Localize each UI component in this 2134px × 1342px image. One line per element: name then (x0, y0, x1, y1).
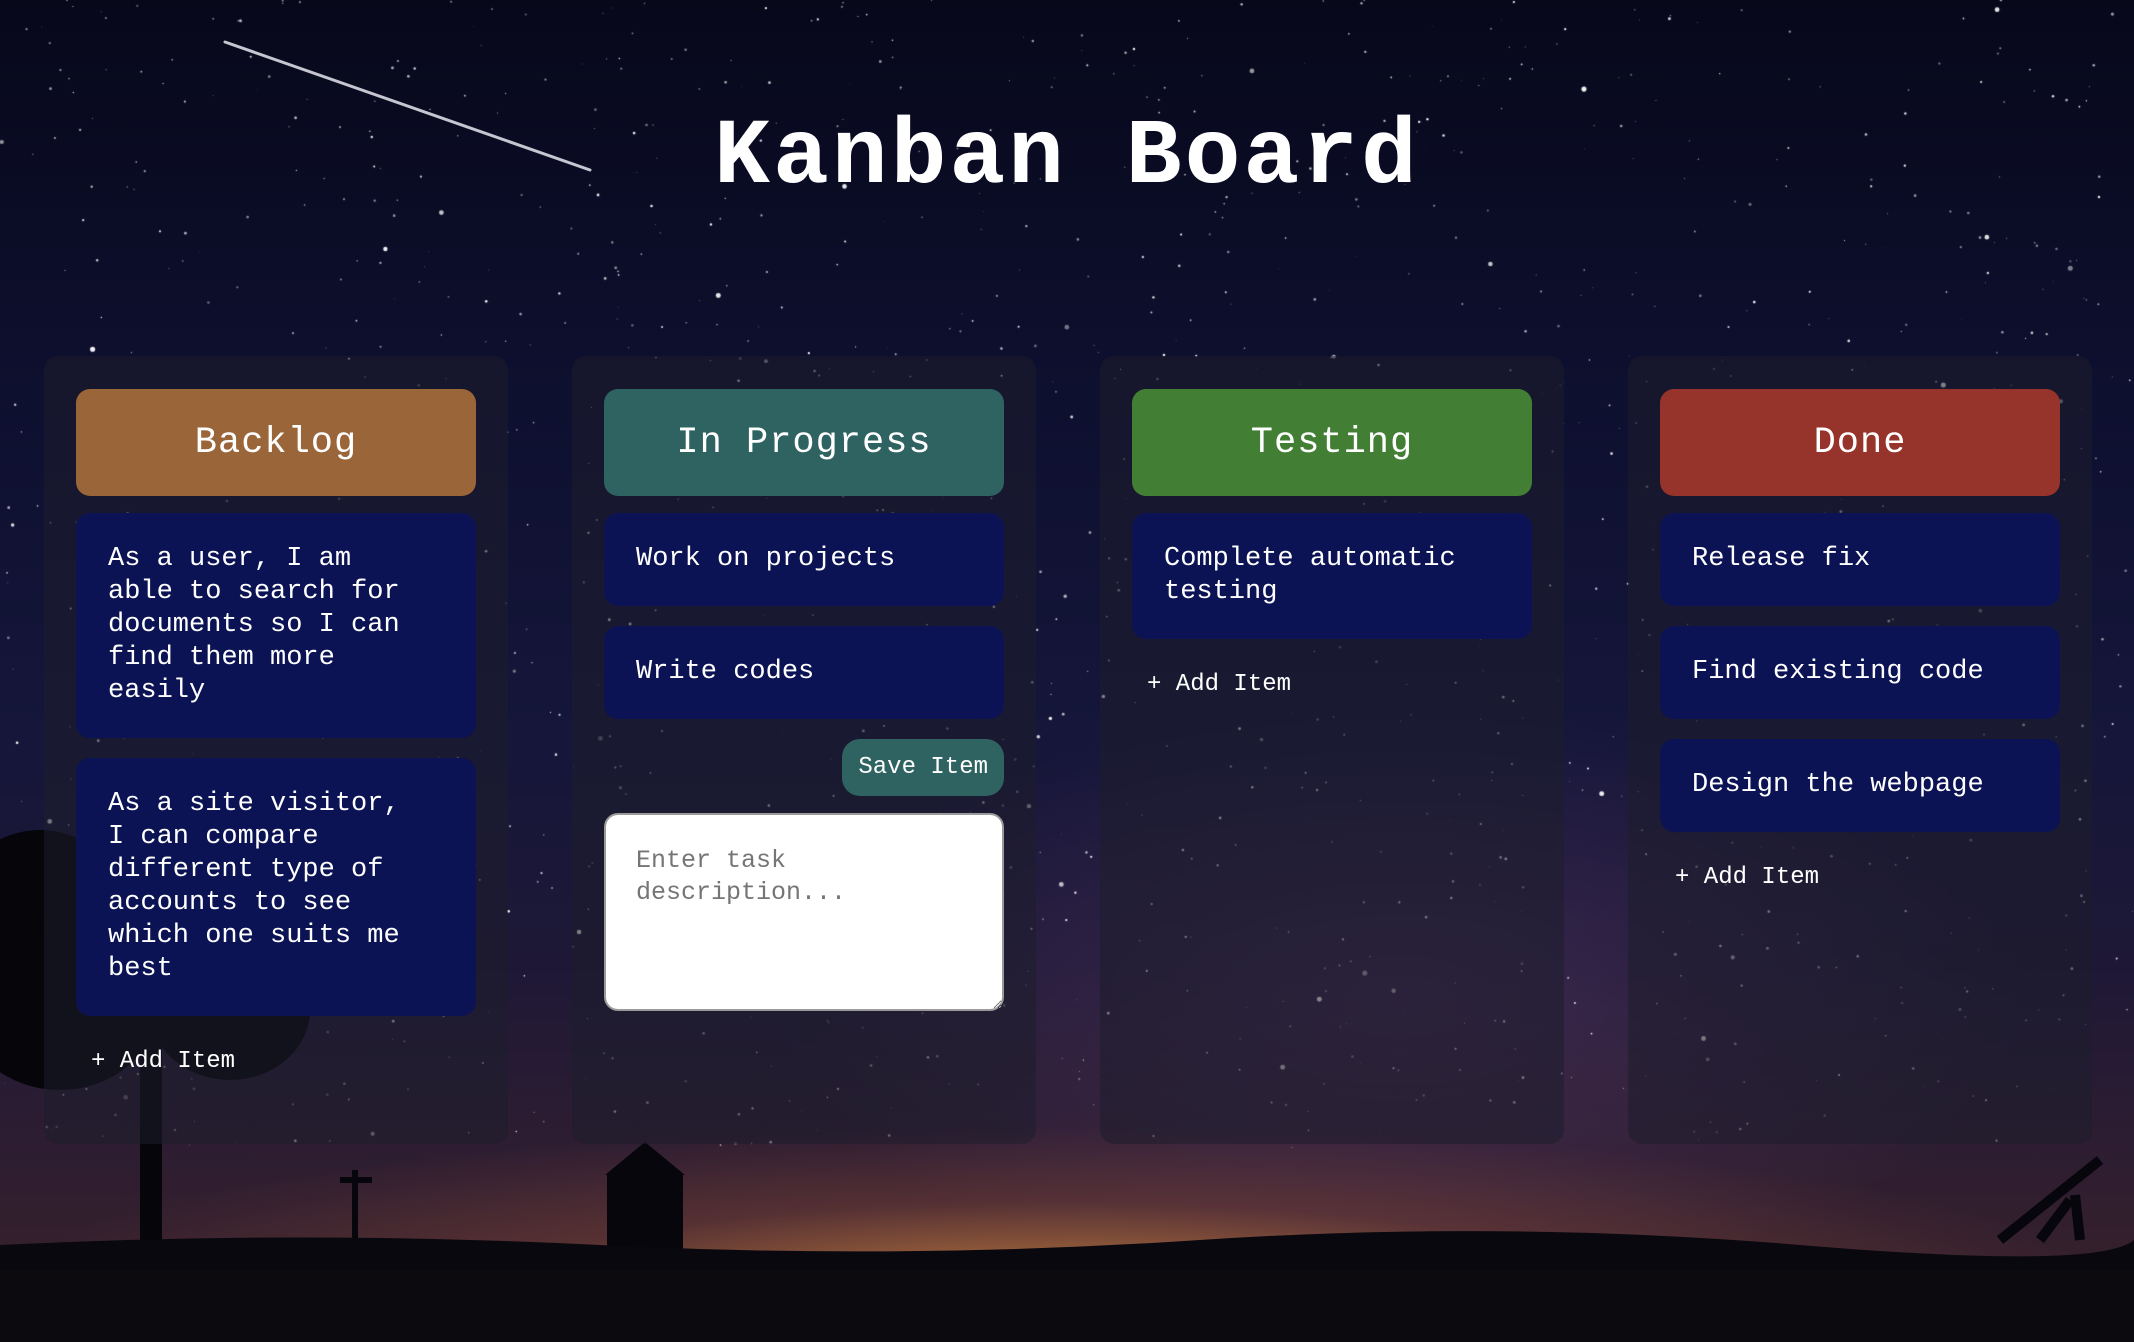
task-item[interactable]: Release fix (1660, 513, 2060, 606)
task-description-input[interactable] (604, 813, 1004, 1011)
save-item-button[interactable]: Save Item (842, 739, 1004, 796)
task-item[interactable]: As a user, I am able to search for docum… (76, 513, 476, 738)
task-item[interactable]: Write codes (604, 626, 1004, 719)
kanban-board: Backlog As a user, I am able to search f… (44, 356, 2092, 1144)
machinery-silhouette (1996, 1156, 2104, 1244)
silo-silhouette (605, 1142, 685, 1255)
column-testing: Testing Complete automatic testing + Add… (1100, 356, 1564, 1144)
column-header-done: Done (1660, 389, 2060, 496)
column-header-testing: Testing (1132, 389, 1532, 496)
column-backlog: Backlog As a user, I am able to search f… (44, 356, 508, 1144)
column-done: Done Release fix Find existing code Desi… (1628, 356, 2092, 1144)
task-item[interactable]: As a site visitor, I can compare differe… (76, 758, 476, 1016)
task-item[interactable]: Complete automatic testing (1132, 513, 1532, 639)
task-item[interactable]: Find existing code (1660, 626, 2060, 719)
add-item-button-done[interactable]: + Add Item (1675, 864, 1819, 891)
add-item-button-backlog[interactable]: + Add Item (91, 1048, 235, 1075)
column-in-progress: In Progress Work on projects Write codes… (572, 356, 1036, 1144)
add-item-button-testing[interactable]: + Add Item (1147, 671, 1291, 698)
page-title: Kanban Board (714, 105, 1420, 210)
task-item[interactable]: Design the webpage (1660, 739, 2060, 832)
column-header-backlog: Backlog (76, 389, 476, 496)
task-item[interactable]: Work on projects (604, 513, 1004, 606)
column-header-in-progress: In Progress (604, 389, 1004, 496)
